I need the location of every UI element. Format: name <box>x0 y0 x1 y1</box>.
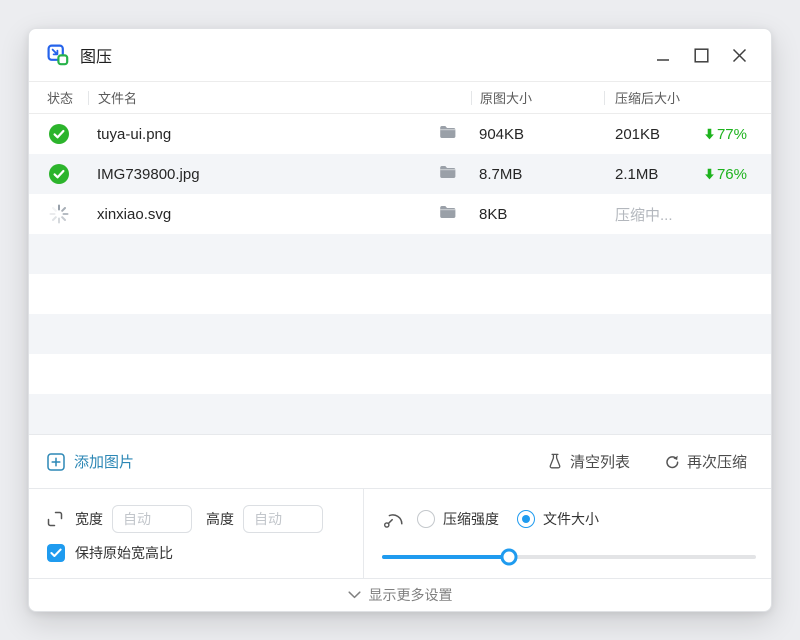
table-header: 状态 文件名 原图大小 压缩后大小 <box>29 81 771 114</box>
plus-square-icon <box>47 452 65 471</box>
arrow-down-icon <box>705 168 714 180</box>
filename-cell: tuya-ui.png <box>89 125 471 143</box>
aspect-ratio-row: 保持原始宽高比 <box>45 543 363 563</box>
column-filename: 文件名 <box>98 91 138 106</box>
empty-row <box>29 274 771 314</box>
keep-aspect-checkbox[interactable] <box>47 544 65 562</box>
filename-cell: xinxiao.svg <box>89 205 471 223</box>
file-list: tuya-ui.png 904KB 201KB 77% IMG739800.jp… <box>29 114 771 434</box>
slider-row <box>382 548 756 565</box>
filesize-slider[interactable] <box>382 548 756 565</box>
arrow-down-icon <box>705 128 714 140</box>
mode-row: 压缩强度 文件大小 <box>382 504 756 534</box>
filename-cell: IMG739800.jpg <box>89 165 471 183</box>
toolbar-right-group: 清空列表 再次压缩 <box>547 451 747 472</box>
column-status: 状态 <box>47 91 74 106</box>
column-original-size: 原图大小 <box>480 91 533 106</box>
status-cell <box>29 164 89 184</box>
width-label: 宽度 <box>75 511 103 527</box>
filename-text: tuya-ui.png <box>97 125 172 143</box>
resize-corners-icon <box>47 511 63 527</box>
spinner-icon <box>49 204 69 224</box>
compressed-cell: 2.1MB 76% <box>604 166 771 183</box>
strength-radio[interactable] <box>417 510 435 528</box>
compressed-cell: 201KB 77% <box>604 126 771 143</box>
compressing-status: 压缩中... <box>615 206 673 224</box>
chevron-down-icon <box>347 591 361 599</box>
reduction-badge: 77% <box>704 126 747 143</box>
gauge-icon <box>384 513 403 528</box>
status-cell <box>29 203 89 225</box>
check-circle-icon <box>49 124 69 144</box>
compressed-cell: 压缩中... <box>604 204 771 225</box>
empty-row <box>29 234 771 274</box>
compressed-size: 201KB <box>615 125 661 143</box>
slider-thumb[interactable] <box>500 548 518 565</box>
keep-aspect-label: 保持原始宽高比 <box>75 545 173 561</box>
minimize-button[interactable] <box>655 47 671 63</box>
add-images-button[interactable]: 添加图片 <box>47 451 134 472</box>
filesize-radio[interactable] <box>517 510 535 528</box>
table-row[interactable]: IMG739800.jpg 8.7MB 2.1MB 76% <box>29 154 771 194</box>
empty-row <box>29 394 771 434</box>
maximize-button[interactable] <box>693 47 709 63</box>
height-label: 高度 <box>206 511 234 527</box>
close-button[interactable] <box>731 47 747 63</box>
filesize-radio-label: 文件大小 <box>543 511 599 527</box>
flask-icon <box>549 453 561 469</box>
filename-text: IMG739800.jpg <box>97 165 200 183</box>
refresh-icon <box>666 455 679 468</box>
empty-row <box>29 354 771 394</box>
settings-panel: 宽度 高度 保持原始宽高比 压缩强度 <box>29 488 771 578</box>
table-row[interactable]: xinxiao.svg 8KB 压缩中... <box>29 194 771 234</box>
filename-text: xinxiao.svg <box>97 205 172 223</box>
folder-icon[interactable] <box>439 165 456 183</box>
title-bar: 图压 <box>29 29 771 81</box>
check-circle-icon <box>49 164 69 184</box>
window-title: 图压 <box>80 49 113 66</box>
width-input[interactable] <box>112 505 192 533</box>
clear-list-button[interactable]: 清空列表 <box>547 451 630 472</box>
window-controls <box>633 47 747 63</box>
column-compressed-size: 压缩后大小 <box>615 91 681 106</box>
status-cell <box>29 124 89 144</box>
dimensions-row: 宽度 高度 <box>45 504 363 534</box>
strength-radio-label: 压缩强度 <box>443 511 499 527</box>
folder-icon[interactable] <box>439 125 456 143</box>
table-row[interactable]: tuya-ui.png 904KB 201KB 77% <box>29 114 771 154</box>
height-input[interactable] <box>243 505 323 533</box>
reduction-badge: 76% <box>704 166 747 183</box>
app-logo-icon <box>47 44 69 66</box>
original-size: 8KB <box>479 205 508 223</box>
action-toolbar: 添加图片 清空列表 再次压缩 <box>29 434 771 488</box>
folder-icon[interactable] <box>439 205 456 223</box>
resize-settings: 宽度 高度 保持原始宽高比 <box>29 489 364 578</box>
original-size: 8.7MB <box>479 165 523 183</box>
compress-again-button[interactable]: 再次压缩 <box>664 451 747 472</box>
compression-settings: 压缩强度 文件大小 <box>364 489 771 578</box>
empty-row <box>29 314 771 354</box>
show-more-settings[interactable]: 显示更多设置 <box>29 578 771 611</box>
slider-fill <box>382 554 510 559</box>
original-size: 904KB <box>479 125 525 143</box>
compressed-size: 2.1MB <box>615 165 659 183</box>
app-window: 图压 状态 文件名 原图大小 压缩后大小 tuya-ui.png 904KB 2… <box>28 28 772 612</box>
